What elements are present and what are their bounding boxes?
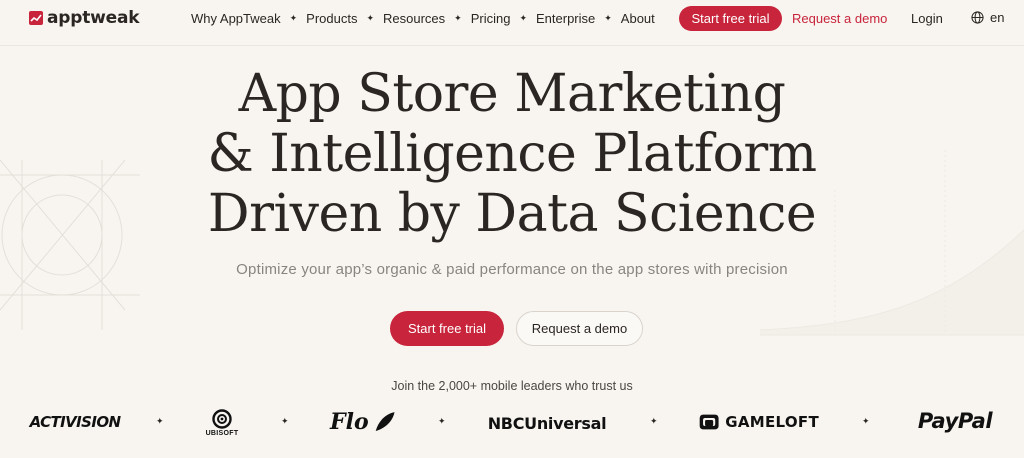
nav-start-free-trial-button[interactable]: Start free trial bbox=[679, 6, 782, 31]
menu-item-about[interactable]: About bbox=[621, 11, 655, 26]
feather-icon bbox=[375, 412, 395, 431]
flo-logo: Flo bbox=[330, 406, 396, 438]
hero-title-line: App Store Marketing bbox=[238, 64, 786, 124]
menu-separator-icon: ✦ bbox=[519, 13, 527, 23]
language-selector[interactable]: en bbox=[971, 10, 1004, 25]
language-label: en bbox=[990, 10, 1005, 25]
gameloft-controller-icon bbox=[699, 414, 719, 430]
hero-title-line: & Intelligence Platform bbox=[207, 124, 817, 184]
globe-icon bbox=[971, 11, 984, 24]
ubisoft-swirl-icon bbox=[212, 408, 232, 429]
nav-divider bbox=[0, 45, 1024, 46]
menu-separator-icon: ✦ bbox=[366, 13, 375, 23]
logo-separator-icon: ✦ bbox=[156, 416, 164, 426]
logo-mark-icon bbox=[29, 11, 43, 25]
trust-text: Join the 2,000+ mobile leaders who trust… bbox=[391, 379, 633, 393]
gameloft-logo: GAMELOFT bbox=[699, 408, 819, 436]
activision-logo: ACTIVISION bbox=[29, 413, 121, 431]
hero-start-free-trial-button[interactable]: Start free trial bbox=[390, 311, 504, 346]
menu-item-products[interactable]: Products bbox=[306, 11, 357, 26]
ubisoft-logo: UBISOFT bbox=[200, 405, 244, 440]
logo-separator-icon: ✦ bbox=[650, 416, 658, 426]
hero-request-demo-button[interactable]: Request a demo bbox=[516, 311, 643, 346]
nbcuniversal-logo: NBCUniversal bbox=[487, 413, 607, 433]
apptweak-logo[interactable]: apptweak bbox=[29, 8, 140, 28]
logo-separator-icon: ✦ bbox=[862, 416, 870, 426]
top-navigation: apptweak Why AppTweak ✦ Products ✦ Resou… bbox=[0, 0, 1024, 37]
menu-item-resources[interactable]: Resources bbox=[383, 11, 445, 26]
menu-separator-icon: ✦ bbox=[454, 13, 462, 23]
menu-separator-icon: ✦ bbox=[289, 13, 298, 23]
menu-item-pricing[interactable]: Pricing bbox=[471, 11, 511, 26]
menu-separator-icon: ✦ bbox=[604, 13, 612, 23]
paypal-logo: PayPal bbox=[917, 409, 993, 433]
logo-text: apptweak bbox=[47, 8, 140, 28]
login-link[interactable]: Login bbox=[911, 11, 943, 26]
menu-item-why-apptweak[interactable]: Why AppTweak bbox=[191, 11, 281, 26]
logo-separator-icon: ✦ bbox=[438, 416, 446, 426]
main-menu: Why AppTweak ✦ Products ✦ Resources ✦ Pr… bbox=[191, 11, 655, 26]
menu-item-enterprise[interactable]: Enterprise bbox=[536, 11, 595, 26]
hero-title-line: Driven by Data Science bbox=[207, 184, 817, 244]
nav-request-demo-link[interactable]: Request a demo bbox=[792, 11, 887, 26]
hero-title: App Store Marketing & Intelligence Platf… bbox=[0, 64, 1024, 244]
hero-subtitle: Optimize your app’s organic & paid perfo… bbox=[236, 261, 788, 278]
logo-separator-icon: ✦ bbox=[281, 416, 289, 426]
